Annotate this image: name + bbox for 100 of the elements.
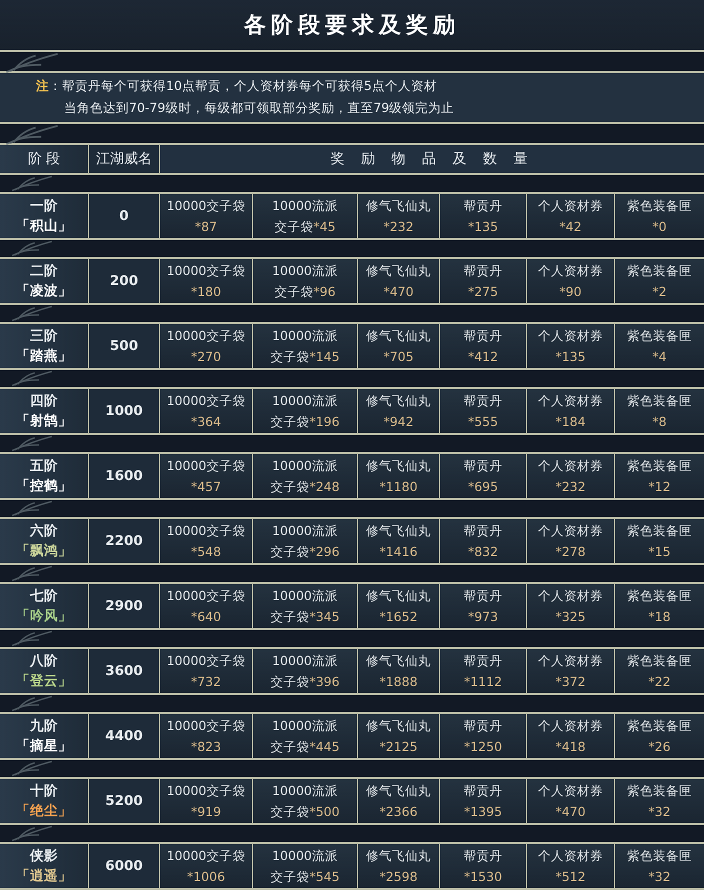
- stage-label: 一阶: [30, 197, 58, 216]
- reward-cell: 帮贡丹 *1250: [440, 714, 527, 758]
- stage-title: 「积山」: [16, 217, 72, 236]
- reward-cell: 10000交子袋 *180: [160, 259, 253, 303]
- stage-label: 十阶: [30, 782, 58, 801]
- stage-title: 「控鹤」: [16, 477, 72, 496]
- reward-cell: 个人资材券 *325: [527, 584, 615, 628]
- reward-cell: 个人资材券 *135: [527, 324, 615, 368]
- stage-label: 三阶: [30, 327, 58, 346]
- reward-cell: 紫色装备匣 *2: [615, 259, 704, 303]
- column-header: 江湖威名: [89, 145, 160, 173]
- reward-cell: 紫色装备匣 *12: [615, 454, 704, 498]
- reward-cell: 个人资材券 *372: [527, 649, 615, 693]
- reward-cell: 个人资材券 *184: [527, 389, 615, 433]
- reward-cell: 帮贡丹 *1395: [440, 779, 527, 823]
- stage-title: 「踏燕」: [16, 347, 72, 366]
- stage-title: 「登云」: [16, 672, 72, 691]
- rank-cell: 2200: [89, 519, 160, 563]
- stage-label: 七阶: [30, 587, 58, 606]
- reward-cell: 紫色装备匣 *8: [615, 389, 704, 433]
- reward-cell: 个人资材券 *278: [527, 519, 615, 563]
- reward-cell: 10000流派 交子袋*345: [253, 584, 358, 628]
- rank-cell: 1600: [89, 454, 160, 498]
- reward-cell: 10000流派 交子袋*145: [253, 324, 358, 368]
- reward-cell: 紫色装备匣 *4: [615, 324, 704, 368]
- bamboo-leaf-icon: [4, 52, 60, 74]
- stage-label: 六阶: [30, 522, 58, 541]
- reward-cell: 10000流派 交子袋*45: [253, 194, 358, 238]
- reward-cell: 10000交子袋 *732: [160, 649, 253, 693]
- reward-cell: 10000交子袋 *87: [160, 194, 253, 238]
- reward-cell: 10000交子袋 *364: [160, 389, 253, 433]
- reward-cell: 帮贡丹 *695: [440, 454, 527, 498]
- reward-cell: 10000流派 交子袋*396: [253, 649, 358, 693]
- reward-cell: 修气飞仙丸 *470: [358, 259, 440, 303]
- rank-cell: 5200: [89, 779, 160, 823]
- column-header: 奖 励 物 品 及 数 量: [330, 150, 534, 169]
- rank-cell: 1000: [89, 389, 160, 433]
- reward-cell: 修气飞仙丸 *705: [358, 324, 440, 368]
- reward-cell: 10000交子袋 *548: [160, 519, 253, 563]
- reward-cell: 10000流派 交子袋*545: [253, 844, 358, 888]
- reward-cell: 帮贡丹 *973: [440, 584, 527, 628]
- rank-cell: 6000: [89, 844, 160, 888]
- stage-title: 「射鹄」: [16, 412, 72, 431]
- reward-cell: 帮贡丹 *1112: [440, 649, 527, 693]
- reward-cell: 个人资材券 *418: [527, 714, 615, 758]
- reward-cell: 个人资材券 *232: [527, 454, 615, 498]
- reward-cell: 帮贡丹 *275: [440, 259, 527, 303]
- reward-cell: 紫色装备匣 *15: [615, 519, 704, 563]
- rank-cell: 4400: [89, 714, 160, 758]
- stage-label: 八阶: [30, 652, 58, 671]
- reward-cell: 10000流派 交子袋*296: [253, 519, 358, 563]
- reward-cell: 个人资材券 *90: [527, 259, 615, 303]
- stage-label: 侠影: [30, 847, 58, 866]
- reward-cell: 帮贡丹 *135: [440, 194, 527, 238]
- bamboo-leaf-icon: [4, 124, 60, 146]
- reward-cell: 修气飞仙丸 *2366: [358, 779, 440, 823]
- reward-cell: 10000交子袋 *270: [160, 324, 253, 368]
- reward-cell: 修气飞仙丸 *232: [358, 194, 440, 238]
- reward-cell: 紫色装备匣 *0: [615, 194, 704, 238]
- reward-cell: 10000流派 交子袋*248: [253, 454, 358, 498]
- reward-cell: 帮贡丹 *555: [440, 389, 527, 433]
- reward-cell: 10000流派 交子袋*445: [253, 714, 358, 758]
- page-title: 各阶段要求及奖励: [244, 12, 460, 40]
- reward-cell: 修气飞仙丸 *2125: [358, 714, 440, 758]
- reward-cell: 帮贡丹 *832: [440, 519, 527, 563]
- reward-cell: 修气飞仙丸 *1888: [358, 649, 440, 693]
- rank-cell: 2900: [89, 584, 160, 628]
- note-label: 注: [36, 77, 49, 95]
- rank-cell: 200: [89, 259, 160, 303]
- stage-title: 「绝尘」: [16, 802, 72, 821]
- reward-cell: 修气飞仙丸 *1652: [358, 584, 440, 628]
- stage-title: 「飘鸿」: [16, 542, 72, 561]
- reward-cell: 10000交子袋 *1006: [160, 844, 253, 888]
- reward-cell: 个人资材券 *470: [527, 779, 615, 823]
- stage-title: 「摘星」: [16, 737, 72, 756]
- reward-cell: 个人资材券 *512: [527, 844, 615, 888]
- stage-title: 「吟风」: [16, 607, 72, 626]
- rank-cell: 500: [89, 324, 160, 368]
- stage-label: 五阶: [30, 457, 58, 476]
- reward-cell: 个人资材券 *42: [527, 194, 615, 238]
- reward-cell: 10000流派 交子袋*96: [253, 259, 358, 303]
- stage-label: 九阶: [30, 717, 58, 736]
- column-header: 阶 段: [0, 145, 89, 173]
- rank-cell: 3600: [89, 649, 160, 693]
- reward-cell: 帮贡丹 *1530: [440, 844, 527, 888]
- rank-cell: 0: [89, 194, 160, 238]
- note-text: 当角色达到70-79级时，每级都可领取部分奖励，直至79级领完为止: [64, 99, 454, 117]
- reward-cell: 修气飞仙丸 *1180: [358, 454, 440, 498]
- reward-cell: 10000交子袋 *640: [160, 584, 253, 628]
- reward-cell: 修气飞仙丸 *942: [358, 389, 440, 433]
- reward-cell: 紫色装备匣 *18: [615, 584, 704, 628]
- reward-cell: 紫色装备匣 *32: [615, 779, 704, 823]
- reward-cell: 帮贡丹 *412: [440, 324, 527, 368]
- reward-cell: 10000流派 交子袋*196: [253, 389, 358, 433]
- reward-cell: 紫色装备匣 *32: [615, 844, 704, 888]
- reward-cell: 紫色装备匣 *26: [615, 714, 704, 758]
- reward-cell: 10000交子袋 *823: [160, 714, 253, 758]
- reward-cell: 修气飞仙丸 *1416: [358, 519, 440, 563]
- reward-cell: 紫色装备匣 *22: [615, 649, 704, 693]
- stage-label: 四阶: [30, 392, 58, 411]
